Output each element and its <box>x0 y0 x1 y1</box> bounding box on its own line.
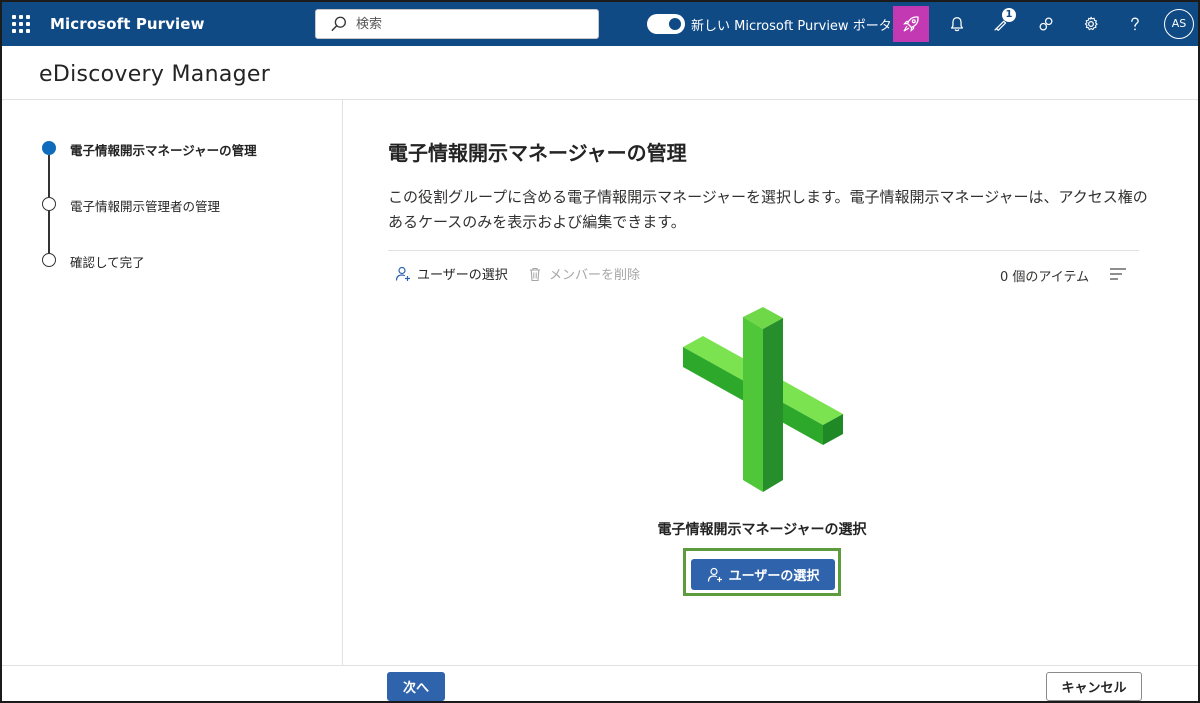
select-users-button-label: ユーザーの選択 <box>728 569 820 584</box>
help-button[interactable] <box>1117 6 1153 42</box>
new-portal-toggle[interactable] <box>647 14 685 34</box>
page-heading: 電子情報開示マネージャーの管理 <box>388 141 687 165</box>
new-portal-toggle-label: 新しい Microsoft Purview ポータル <box>691 19 905 34</box>
panel-title: eDiscovery Manager <box>39 62 271 87</box>
wizard-stepper <box>2 100 343 665</box>
remove-members-label: メンバーを削除 <box>549 268 641 283</box>
step-connector <box>48 155 50 197</box>
select-users-label: ユーザーの選択 <box>417 268 508 283</box>
item-count: 0 個のアイテム <box>1000 270 1090 285</box>
footer-divider <box>2 665 1198 666</box>
step-pending-indicator <box>42 253 56 267</box>
add-person-icon <box>707 567 722 582</box>
rocket-icon <box>903 16 919 32</box>
next-button[interactable]: 次へ <box>387 672 445 701</box>
trash-icon <box>530 267 540 281</box>
search-icon <box>331 16 346 32</box>
app-frame: Microsoft Purview 新しい Microsoft Purview … <box>0 0 1200 703</box>
feedback-button[interactable]: 1 <box>983 6 1019 42</box>
step-label: 電子情報開示管理者の管理 <box>70 199 221 214</box>
step-label: 確認して完了 <box>70 255 145 270</box>
community-button[interactable] <box>1028 6 1064 42</box>
settings-button[interactable] <box>1073 6 1109 42</box>
search-box[interactable] <box>315 9 599 39</box>
select-users-button[interactable]: ユーザーの選択 <box>691 559 835 590</box>
avatar[interactable]: AS <box>1164 9 1194 39</box>
cancel-button[interactable]: キャンセル <box>1046 672 1142 701</box>
list-options-icon[interactable] <box>1109 266 1127 282</box>
app-launcher-icon[interactable] <box>12 15 30 33</box>
command-bar-divider <box>388 250 1139 251</box>
help-icon <box>1131 17 1139 31</box>
search-input[interactable] <box>356 15 586 33</box>
community-icon <box>1039 17 1053 31</box>
empty-state-title: 電子情報開示マネージャーの選択 <box>657 522 867 538</box>
notifications-button[interactable] <box>939 6 975 42</box>
top-bar: Microsoft Purview 新しい Microsoft Purview … <box>2 2 1198 46</box>
step-label: 電子情報開示マネージャーの管理 <box>70 143 257 158</box>
step-current-indicator <box>42 141 56 155</box>
bell-icon <box>950 17 964 32</box>
rocket-button[interactable] <box>893 6 929 42</box>
gear-icon <box>1084 16 1098 31</box>
add-person-icon <box>395 266 410 281</box>
add-plus-illustration <box>683 307 843 492</box>
page-description: この役割グループに含める電子情報開示マネージャーを選択します。電子情報開示マネー… <box>388 188 1148 231</box>
step-connector <box>48 211 50 253</box>
remove-members-command[interactable]: メンバーを削除 <box>527 264 640 283</box>
step-pending-indicator <box>42 197 56 211</box>
select-users-command[interactable]: ユーザーの選択 <box>395 264 508 283</box>
notification-badge: 1 <box>1002 8 1016 22</box>
brand-name[interactable]: Microsoft Purview <box>50 15 205 33</box>
